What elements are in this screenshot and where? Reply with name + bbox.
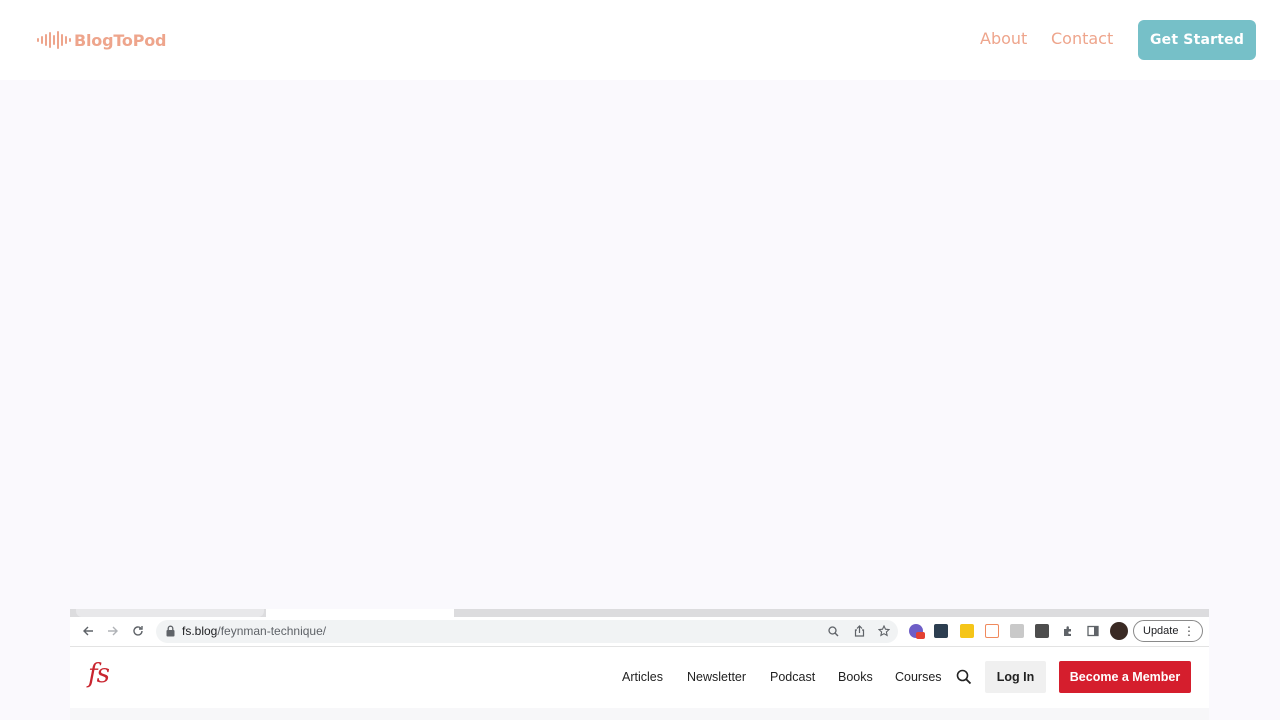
reload-icon[interactable] [130, 623, 146, 639]
url-text: fs.blog/feynman-technique/ [182, 624, 326, 638]
fs-nav-newsletter[interactable]: Newsletter [687, 670, 746, 684]
fs-nav-courses[interactable]: Courses [895, 670, 942, 684]
update-label: Update [1143, 625, 1179, 637]
extension-3-icon[interactable] [960, 624, 974, 638]
extension-5-icon[interactable] [1010, 624, 1024, 638]
brand-name: BlogToPod [74, 30, 167, 50]
site-header: BlogToPod About Contact Get Started [0, 0, 1280, 80]
fs-nav-articles[interactable]: Articles [622, 670, 663, 684]
browser-screenshot: fs.blog/feynman-technique/ Update ⋮ fs A… [70, 609, 1209, 720]
menu-dots-icon: ⋮ [1183, 624, 1195, 638]
sidebar-icon[interactable] [1085, 623, 1101, 639]
become-member-button[interactable]: Become a Member [1059, 661, 1191, 693]
extension-4-icon[interactable] [985, 624, 999, 638]
share-icon[interactable] [851, 623, 867, 639]
puzzle-icon[interactable] [1060, 623, 1076, 639]
fs-page-body [70, 708, 1209, 720]
star-icon[interactable] [876, 623, 892, 639]
url-domain: fs.blog [182, 624, 218, 638]
back-icon[interactable] [80, 623, 96, 639]
lock-icon [166, 625, 175, 637]
browser-update-button[interactable]: Update ⋮ [1133, 620, 1203, 642]
profile-avatar[interactable] [1110, 622, 1128, 640]
nav-about-link[interactable]: About [980, 29, 1027, 48]
fs-nav-books[interactable]: Books [838, 670, 873, 684]
browser-toolbar: fs.blog/feynman-technique/ Update ⋮ [70, 617, 1209, 647]
browser-tab-strip [70, 609, 1209, 617]
browser-tab[interactable] [76, 609, 264, 617]
fs-site-header: fs Articles Newsletter Podcast Books Cou… [70, 648, 1209, 708]
extension-2-icon[interactable] [934, 624, 948, 638]
browser-tab-active[interactable] [266, 609, 454, 617]
extension-badge-icon [916, 632, 925, 639]
nav-contact-link[interactable]: Contact [1051, 29, 1113, 48]
address-bar[interactable]: fs.blog/feynman-technique/ [156, 620, 898, 643]
brand-logo[interactable]: BlogToPod [36, 28, 166, 52]
forward-icon[interactable] [105, 623, 121, 639]
extension-6-icon[interactable] [1035, 624, 1049, 638]
log-in-button[interactable]: Log In [985, 661, 1046, 693]
fs-nav-podcast[interactable]: Podcast [770, 670, 815, 684]
zoom-icon[interactable] [825, 623, 841, 639]
sound-wave-icon [37, 31, 71, 49]
fs-logo[interactable]: fs [88, 659, 110, 689]
get-started-button[interactable]: Get Started [1138, 20, 1256, 60]
search-icon[interactable] [956, 669, 972, 685]
url-path: /feynman-technique/ [217, 624, 327, 638]
